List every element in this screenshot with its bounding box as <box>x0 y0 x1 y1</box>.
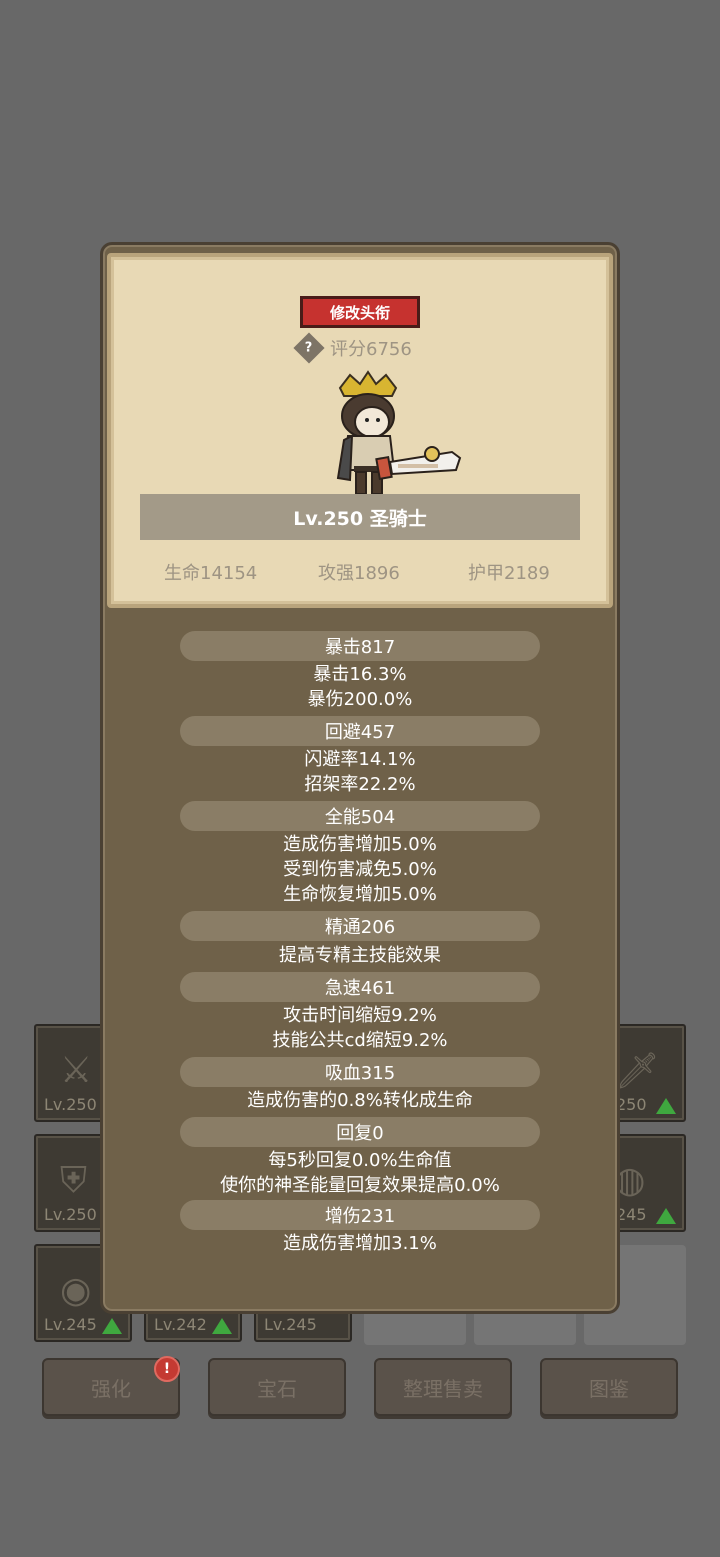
stat-line: 闪避率14.1% <box>304 749 416 770</box>
stat-line: 暴伤200.0% <box>307 689 413 710</box>
stat-header-versatility: 全能504 <box>180 801 540 831</box>
stat-header-avoidance: 回避457 <box>180 716 540 746</box>
score-row: ? 评分6756 <box>293 332 412 364</box>
shield-icon: ◉ <box>60 1270 92 1311</box>
blade-icon: 🗡 <box>614 1051 660 1092</box>
upgrade-arrow-icon <box>656 1098 676 1114</box>
stat-line: 生命恢复增加5.0% <box>283 884 437 905</box>
stat-line: 攻击时间缩短9.2% <box>283 1005 437 1026</box>
slot-level: Lv.250 <box>44 1095 97 1114</box>
stat-line: 使你的神圣能量回复效果提高0.0% <box>220 1175 500 1196</box>
slot-level: Lv.242 <box>154 1315 207 1334</box>
alert-badge-icon: ! <box>154 1356 180 1382</box>
stat-line: 招架率22.2% <box>304 774 416 795</box>
stat-line: 提高专精主技能效果 <box>279 945 441 966</box>
stat-header-mastery: 精通206 <box>180 911 540 941</box>
hp-stat: 生命14154 <box>164 563 258 584</box>
stat-line: 每5秒回复0.0%生命值 <box>268 1150 452 1171</box>
upgrade-arrow-icon <box>102 1318 122 1334</box>
enhance-button-label: 强化 <box>91 1376 131 1401</box>
gem-button[interactable]: 宝石 <box>208 1358 346 1416</box>
stat-line: 技能公共cd缩短9.2% <box>272 1030 448 1051</box>
slot-level: 245 <box>616 1205 647 1224</box>
armor-stat: 护甲2189 <box>468 563 550 584</box>
score-value: 评分6756 <box>330 339 412 360</box>
slot-level: 250 <box>616 1095 647 1114</box>
hero-avatar <box>336 370 462 495</box>
sort-sell-button[interactable]: 整理售卖 <box>374 1358 512 1416</box>
stat-line: 暴击16.3% <box>313 664 407 685</box>
upgrade-arrow-icon <box>656 1208 676 1224</box>
stat-header-regen: 回复0 <box>180 1117 540 1147</box>
rename-title-button[interactable]: 修改头衔 <box>300 296 420 328</box>
sort-sell-button-label: 整理售卖 <box>403 1376 483 1401</box>
slot-level: Lv.250 <box>44 1205 97 1224</box>
gem-button-label: 宝石 <box>257 1376 297 1401</box>
slot-level: Lv.245 <box>44 1315 97 1334</box>
attack-stat: 攻强1896 <box>318 563 400 584</box>
character-title: Lv.250 圣骑士 <box>140 494 580 540</box>
stat-line: 造成伤害的0.8%转化成生命 <box>247 1090 473 1111</box>
sword-icon: ⚔ <box>60 1050 93 1091</box>
stat-line: 受到伤害减免5.0% <box>283 859 437 880</box>
crown-icon <box>338 370 398 397</box>
stat-header-haste: 急速461 <box>180 972 540 1002</box>
stat-header-lifesteal: 吸血315 <box>180 1057 540 1087</box>
enhance-button[interactable]: 强化 ! <box>42 1356 180 1416</box>
codex-button[interactable]: 图鉴 <box>540 1358 678 1416</box>
stat-header-crit: 暴击817 <box>180 631 540 661</box>
rename-title-label: 修改头衔 <box>329 303 390 322</box>
slot-level: Lv.245 <box>264 1315 317 1334</box>
codex-button-label: 图鉴 <box>589 1376 629 1401</box>
stat-line: 造成伤害增加3.1% <box>283 1233 437 1254</box>
stat-line: 造成伤害增加5.0% <box>283 834 437 855</box>
stat-header-damage-bonus: 增伤231 <box>180 1200 540 1230</box>
help-icon[interactable]: ? <box>293 332 325 364</box>
upgrade-arrow-icon <box>212 1318 232 1334</box>
armor-icon: ⛨ <box>60 1160 88 1201</box>
character-title-text: Lv.250 圣骑士 <box>293 507 427 530</box>
